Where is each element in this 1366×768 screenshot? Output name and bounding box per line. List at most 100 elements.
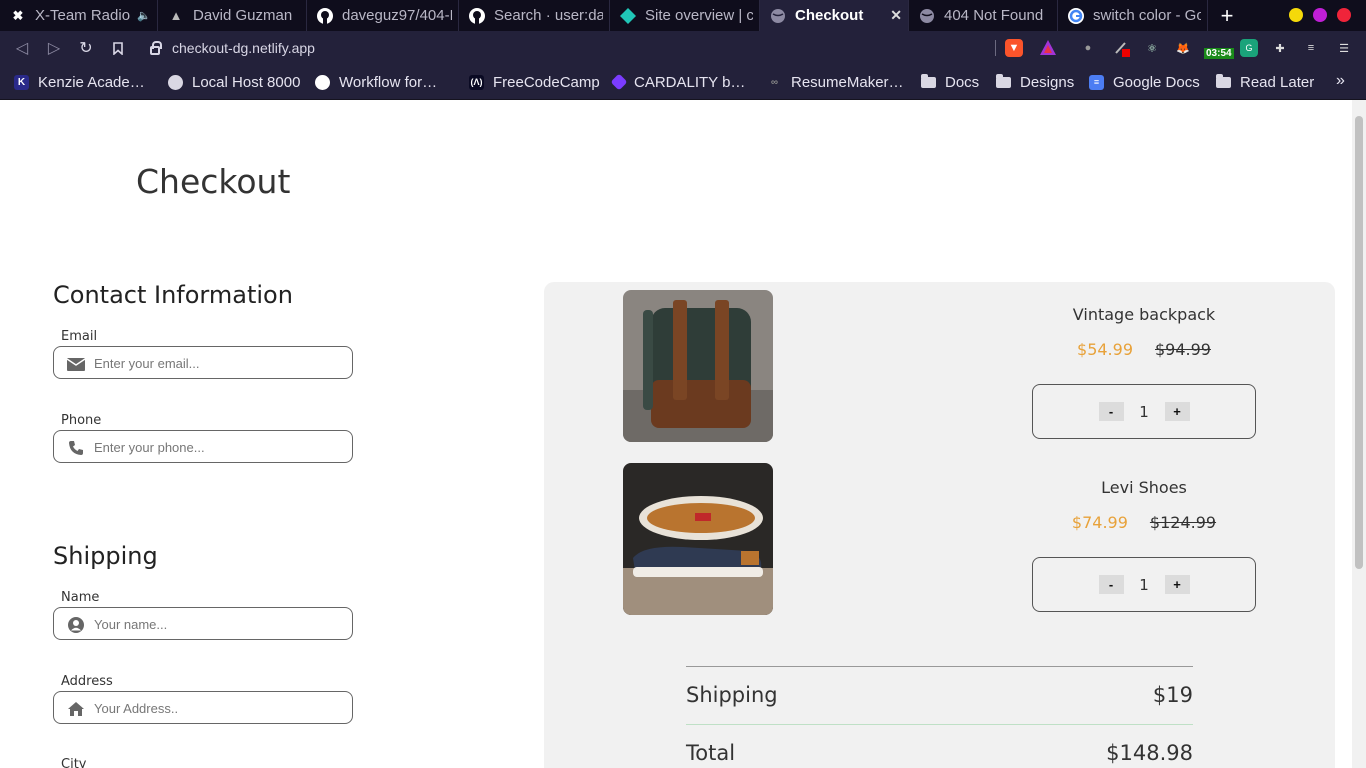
- envelope-icon: [67, 356, 85, 372]
- menu-icon[interactable]: ☰: [1335, 39, 1353, 57]
- tab-checkout[interactable]: Checkout ✕: [760, 0, 909, 31]
- toolbar-divider: [995, 40, 996, 56]
- tab-title: switch color - Go: [1093, 7, 1201, 24]
- extensions-puzzle-icon[interactable]: ✚: [1271, 39, 1289, 57]
- brave-shield-icon[interactable]: ▼: [1005, 39, 1023, 57]
- product-prices: $74.99 $124.99: [994, 513, 1294, 532]
- user-icon: [67, 617, 85, 633]
- brave-rewards-icon[interactable]: [1039, 39, 1057, 57]
- bookmark-icon[interactable]: [107, 37, 129, 59]
- name-field: [53, 607, 353, 640]
- shipping-heading: Shipping: [53, 542, 158, 570]
- product-name: Vintage backpack: [1072, 305, 1216, 324]
- react-devtools-icon[interactable]: ⚛: [1143, 39, 1161, 57]
- page-title: Checkout: [136, 162, 291, 201]
- original-price: $94.99: [1155, 340, 1211, 359]
- globe-icon: [168, 74, 183, 90]
- bookmark-label: Kenzie Acade…: [38, 73, 145, 91]
- bookmark-label: FreeCodeCamp: [493, 73, 600, 91]
- folder-icon: [996, 73, 1011, 88]
- timer-extension-icon[interactable]: 03:54: [1204, 39, 1234, 59]
- tab-github-search[interactable]: Search · user:dav: [459, 0, 610, 31]
- bookmark-cardality[interactable]: CARDALITY b…: [610, 72, 746, 92]
- city-label: City: [61, 757, 87, 768]
- maximize-button[interactable]: [1313, 8, 1327, 22]
- email-label: Email: [61, 329, 98, 344]
- metamask-icon[interactable]: 🦊: [1174, 39, 1192, 57]
- checkout-page: Checkout Contact Information Email Phone…: [0, 100, 1352, 768]
- product-prices: $54.99 $94.99: [994, 340, 1294, 359]
- shipping-cost-label: Shipping: [686, 683, 778, 707]
- decrease-quantity-button[interactable]: -: [1098, 402, 1124, 421]
- increase-quantity-button[interactable]: +: [1164, 402, 1190, 421]
- tab-github-repo[interactable]: daveguz97/404-N: [307, 0, 459, 31]
- tab-x-team-radio[interactable]: ✖ X-Team Radio 🔈: [0, 0, 158, 31]
- original-price: $124.99: [1149, 513, 1217, 532]
- globe-icon: [919, 8, 935, 24]
- url-text: checkout-dg.netlify.app: [172, 40, 315, 56]
- github-icon: [469, 7, 485, 24]
- grammar-extension-icon[interactable]: G: [1240, 39, 1258, 57]
- scrollbar-thumb[interactable]: [1355, 116, 1363, 569]
- address-toolbar: ◁ ▷ ↻ checkout-dg.netlify.app: [0, 31, 1366, 65]
- new-tab-button[interactable]: +: [1212, 0, 1242, 31]
- tab-title: Site overview | ch: [645, 7, 753, 24]
- bookmark-folder-docs[interactable]: Docs: [921, 72, 979, 92]
- bookmark-label: ResumeMaker…: [791, 73, 904, 91]
- extension-mouse-icon[interactable]: ●: [1079, 39, 1097, 57]
- sale-price: $74.99: [1071, 513, 1128, 532]
- backpack-image: [623, 290, 773, 442]
- phone-input[interactable]: [94, 436, 344, 458]
- close-window-button[interactable]: [1337, 8, 1351, 22]
- phone-label: Phone: [61, 413, 102, 428]
- bookmark-resumemaker[interactable]: ∞ ResumeMaker…: [767, 72, 904, 92]
- media-control-icon[interactable]: ≡: [1302, 39, 1320, 57]
- decrease-quantity-button[interactable]: -: [1098, 575, 1124, 594]
- tab-title: Search · user:dav: [494, 7, 603, 24]
- bookmark-label: CARDALITY b…: [634, 73, 746, 91]
- speaker-icon[interactable]: 🔈: [137, 9, 151, 22]
- name-label: Name: [61, 590, 100, 605]
- shoes-image: [623, 463, 773, 615]
- extension-pen-icon[interactable]: [1113, 39, 1131, 57]
- bookmark-label: Designs: [1020, 73, 1075, 91]
- summary-divider: [686, 724, 1193, 725]
- minimize-button[interactable]: [1289, 8, 1303, 22]
- tab-title: David Guzman: [193, 7, 293, 24]
- timer-badge: 03:54: [1204, 48, 1234, 59]
- bookmark-workflow[interactable]: Workflow for…: [315, 72, 437, 92]
- back-icon[interactable]: ◁: [11, 37, 33, 59]
- bookmark-label: Read Later: [1240, 73, 1315, 91]
- bookmark-folder-read-later[interactable]: Read Later: [1216, 72, 1314, 92]
- google-icon: [1068, 7, 1084, 24]
- email-input[interactable]: [94, 352, 344, 374]
- bookmark-freecodecamp[interactable]: (Λ) FreeCodeCamp: [469, 72, 600, 92]
- page-scrollbar[interactable]: [1352, 100, 1366, 768]
- bookmark-localhost[interactable]: Local Host 8000: [168, 72, 300, 92]
- phone-icon: [67, 440, 85, 456]
- tab-netlify[interactable]: Site overview | ch: [610, 0, 760, 31]
- url-field[interactable]: checkout-dg.netlify.app: [150, 37, 315, 59]
- tab-title: 404 Not Found: [944, 7, 1044, 24]
- address-input[interactable]: [94, 697, 344, 719]
- folder-icon: [1216, 73, 1231, 88]
- bookmark-label: Google Docs: [1113, 73, 1200, 91]
- name-input[interactable]: [94, 613, 344, 635]
- reload-icon[interactable]: ↻: [75, 37, 97, 59]
- bookmark-label: Local Host 8000: [192, 73, 301, 91]
- increase-quantity-button[interactable]: +: [1164, 575, 1190, 594]
- forward-icon[interactable]: ▷: [43, 37, 65, 59]
- bookmarks-overflow-button[interactable]: »: [1336, 72, 1345, 90]
- bookmark-google-docs[interactable]: ≡ Google Docs: [1089, 72, 1200, 92]
- tab-google-search[interactable]: switch color - Go: [1058, 0, 1208, 31]
- close-tab-icon[interactable]: ✕: [890, 7, 902, 24]
- tab-david-guzman[interactable]: ▲ David Guzman: [158, 0, 307, 31]
- sale-price: $54.99: [1077, 340, 1133, 359]
- bookmark-label: Workflow for…: [339, 73, 438, 91]
- site-icon: ▲: [169, 8, 183, 23]
- contact-heading: Contact Information: [53, 281, 293, 309]
- quantity-value: 1: [1139, 402, 1149, 421]
- bookmark-folder-designs[interactable]: Designs: [996, 72, 1074, 92]
- tab-404[interactable]: 404 Not Found: [909, 0, 1058, 31]
- bookmark-kenzie[interactable]: K Kenzie Acade…: [14, 72, 145, 92]
